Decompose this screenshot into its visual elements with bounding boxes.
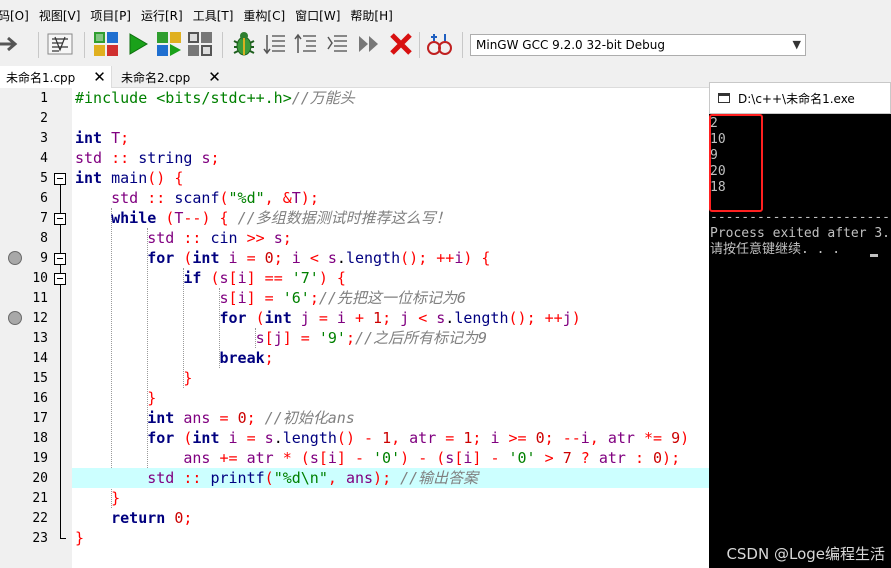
rebuild-icon[interactable]: [186, 30, 214, 58]
code-line[interactable]: std :: cin >> s;: [72, 228, 709, 248]
fold-end: [60, 538, 66, 539]
tab-file-1[interactable]: 未命名1.cpp ✕: [0, 66, 112, 88]
line-number: 17: [32, 411, 48, 426]
line-number: 12: [32, 311, 48, 326]
debug-icon[interactable]: [230, 30, 258, 58]
line-gutter[interactable]: 1 2 3 4 5 6 7 8 9 10 11 12 13 14 15 16 17 18 19 20 21 22 23: [0, 88, 72, 568]
menu-view[interactable]: 视图[V]: [39, 8, 81, 24]
press-key-prompt: 请按任意键继续. . .: [710, 242, 841, 257]
profile-icon[interactable]: [425, 30, 453, 58]
code-line[interactable]: [72, 108, 709, 128]
line-number: 20: [32, 471, 48, 486]
fold-line: [60, 178, 61, 538]
line-number: 13: [32, 331, 48, 346]
chevron-down-icon: ▼: [792, 38, 801, 51]
code-line[interactable]: std :: scanf("%d", &T);: [72, 188, 709, 208]
menu-items: 代码[O] 视图[V] 项目[P] 运行[R] 工具[T] 重构[C] 窗口[W…: [0, 8, 403, 24]
run-icon[interactable]: [124, 30, 152, 58]
close-icon[interactable]: ✕: [208, 68, 221, 86]
line-number: 11: [32, 291, 48, 306]
console-title-bar[interactable]: D:\c++\未命名1.exe: [709, 82, 891, 114]
menu-project[interactable]: 项目[P]: [90, 8, 131, 24]
code-line[interactable]: int main() {: [72, 168, 709, 188]
line-number: 19: [32, 451, 48, 466]
tab-file-2[interactable]: 未命名2.cpp ✕: [115, 66, 227, 88]
code-line[interactable]: #include <bits/stdc++.h>//万能头: [72, 88, 709, 108]
code-line[interactable]: std :: string s;: [72, 148, 709, 168]
process-exit-line: Process exited after 3.: [710, 226, 891, 241]
line-number: 5: [40, 171, 48, 186]
line-number: 21: [32, 491, 48, 506]
code-line[interactable]: }: [72, 488, 709, 508]
code-line[interactable]: return 0;: [72, 508, 709, 528]
compile-icon[interactable]: [92, 30, 120, 58]
console-output: 2 10 9 20 18 ---------------------------…: [709, 114, 891, 568]
line-number: 3: [40, 131, 48, 146]
code-line[interactable]: int T;: [72, 128, 709, 148]
code-line[interactable]: ans += atr * (s[i] - '0') - (s[i] - '0' …: [72, 448, 709, 468]
menu-tools[interactable]: 工具[T]: [193, 8, 234, 24]
line-number: 6: [40, 191, 48, 206]
code-editor[interactable]: 1 2 3 4 5 6 7 8 9 10 11 12 13 14 15 16 17 18 19 20 21 22 23 #i…: [0, 88, 709, 568]
menu-code[interactable]: 代码[O]: [0, 8, 29, 24]
code-line[interactable]: std :: printf("%d\n", ans); //输出答案: [72, 468, 709, 488]
close-icon[interactable]: ✕: [93, 68, 106, 86]
code-line[interactable]: s[j] = '9';//之后所有标记为9: [72, 328, 709, 348]
output-separator: --------------------------------: [710, 210, 891, 225]
undo-arrow-icon[interactable]: [0, 30, 20, 58]
fold-toggle-icon[interactable]: [54, 213, 66, 225]
line-number: 16: [32, 391, 48, 406]
menu-help[interactable]: 帮助[H]: [350, 8, 392, 24]
tab-label: 未命名1.cpp: [6, 70, 76, 85]
line-number: 10: [32, 271, 48, 286]
menu-bar: 代码[O] 视图[V] 项目[P] 运行[R] 工具[T] 重构[C] 窗口[W…: [0, 0, 891, 26]
code-line[interactable]: }: [72, 368, 709, 388]
compile-run-icon[interactable]: [155, 30, 183, 58]
line-number: 2: [40, 111, 48, 126]
code-line[interactable]: break;: [72, 348, 709, 368]
indent-icon[interactable]: [261, 30, 289, 58]
compiler-select-value: MinGW GCC 9.2.0 32-bit Debug: [476, 38, 666, 52]
toolbar: MinGW GCC 9.2.0 32-bit Debug ▼: [0, 26, 891, 64]
code-line[interactable]: for (int j = i + 1; j < s.length(); ++j): [72, 308, 709, 328]
console-title: D:\c++\未命名1.exe: [738, 91, 855, 106]
line-number: 4: [40, 151, 48, 166]
console-app-icon: [718, 93, 730, 103]
stop-icon[interactable]: [387, 30, 415, 58]
fold-toggle-icon[interactable]: [54, 253, 66, 265]
code-line[interactable]: }: [72, 388, 709, 408]
output-highlight-box: [709, 114, 763, 212]
line-number: 15: [32, 371, 48, 386]
menu-refactor[interactable]: 重构[C]: [243, 8, 285, 24]
console-window[interactable]: D:\c++\未命名1.exe 2 10 9 20 18 -----------…: [709, 82, 891, 568]
menu-run[interactable]: 运行[R]: [141, 8, 183, 24]
code-line[interactable]: for (int i = s.length() - 1, atr = 1; i …: [72, 428, 709, 448]
step-icon[interactable]: [355, 30, 383, 58]
line-number: 14: [32, 351, 48, 366]
code-line[interactable]: while (T--) { //多组数据测试时推荐这么写！: [72, 208, 709, 228]
code-area[interactable]: #include <bits/stdc++.h>//万能头 int T; std :…: [72, 88, 709, 568]
line-number: 23: [32, 531, 48, 546]
console-cursor: [870, 254, 878, 257]
tab-label: 未命名2.cpp: [121, 70, 191, 85]
code-line[interactable]: for (int i = 0; i < s.length(); ++i) {: [72, 248, 709, 268]
fold-toggle-icon[interactable]: [54, 273, 66, 285]
toggle-comment-icon[interactable]: [323, 30, 351, 58]
unindent-icon[interactable]: [292, 30, 320, 58]
menu-window[interactable]: 窗口[W]: [295, 8, 340, 24]
line-number: 7: [40, 211, 48, 226]
code-line[interactable]: s[i] = '6';//先把这一位标记为6: [72, 288, 709, 308]
fold-toggle-icon[interactable]: [54, 173, 66, 185]
line-number: 22: [32, 511, 48, 526]
line-number: 9: [40, 251, 48, 266]
line-number: 1: [40, 91, 48, 106]
watermark: CSDN @Loge编程生活: [726, 545, 885, 563]
compiler-select[interactable]: MinGW GCC 9.2.0 32-bit Debug ▼: [470, 34, 806, 56]
code-line[interactable]: if (s[i] == '7') {: [72, 268, 709, 288]
line-number: 8: [40, 231, 48, 246]
format-code-icon[interactable]: [46, 30, 74, 58]
code-line[interactable]: int ans = 0; //初始化ans: [72, 408, 709, 428]
code-line[interactable]: }: [72, 528, 709, 548]
line-number: 18: [32, 431, 48, 446]
